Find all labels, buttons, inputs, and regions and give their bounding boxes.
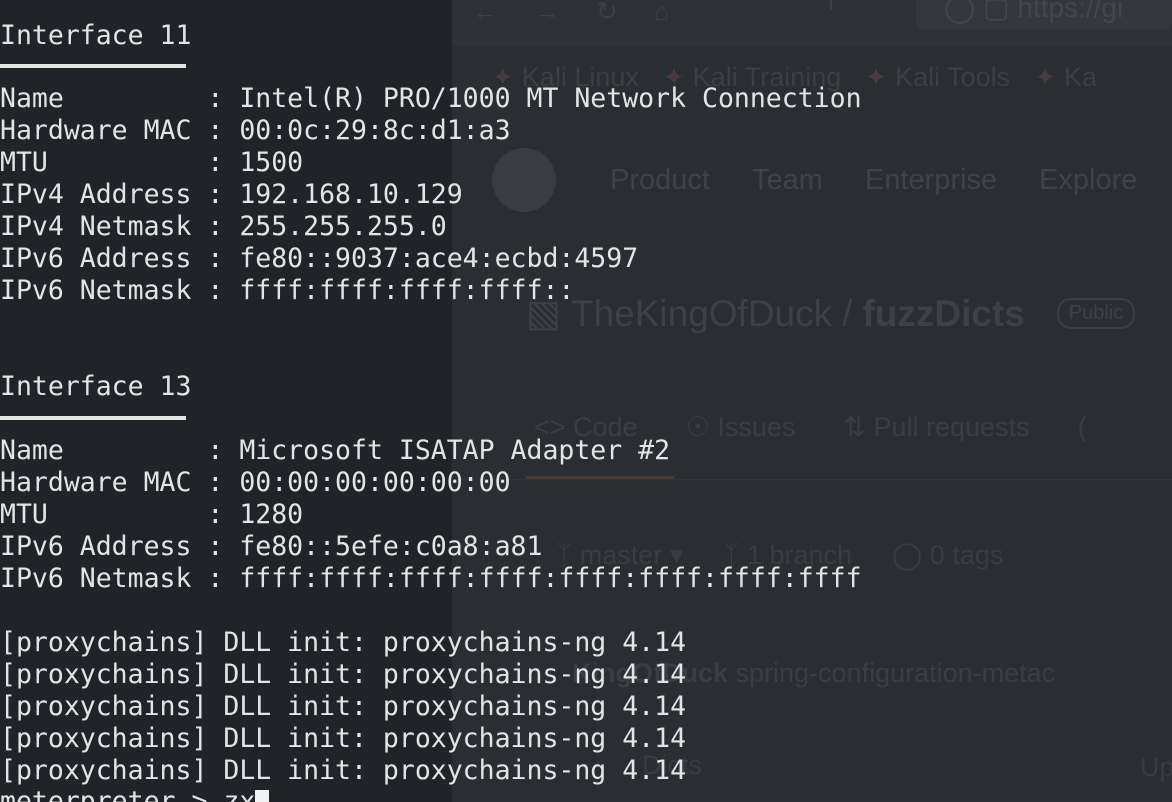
proxychains-line: [proxychains] DLL init: proxychains-ng 4… [0, 755, 687, 786]
iface13-ipv6-netmask-row: IPv6 Netmask : ffff:ffff:ffff:ffff:ffff:… [0, 563, 862, 594]
iface11-ipv6-address-row: IPv6 Address : fe80::9037:ace4:ecbd:4597 [0, 243, 639, 274]
iface13-mtu-row: MTU : 1280 [0, 499, 304, 530]
interface-13-title: Interface 13 [0, 371, 192, 402]
terminal-output[interactable]: Interface 11 Name : Intel(R) PRO/1000 MT… [0, 0, 1172, 802]
iface11-ipv4-netmask-row: IPv4 Netmask : 255.255.255.0 [0, 211, 447, 242]
iface11-mac-row: Hardware MAC : 00:0c:29:8c:d1:a3 [0, 115, 511, 146]
proxychains-line: [proxychains] DLL init: proxychains-ng 4… [0, 627, 687, 658]
iface11-ipv6-netmask-row: IPv6 Netmask : ffff:ffff:ffff:ffff:: [0, 275, 575, 306]
interface-11-underline [0, 64, 186, 68]
proxychains-line: [proxychains] DLL init: proxychains-ng 4… [0, 691, 687, 722]
iface11-ipv4-address-row: IPv4 Address : 192.168.10.129 [0, 179, 463, 210]
screen: ← → ↻ ⌂ ◯ ▢ https://gi ✦ Kali Linux ✦ Ka… [0, 0, 1172, 802]
interface-11-title: Interface 11 [0, 20, 192, 51]
text-cursor [255, 790, 270, 802]
iface11-name-row: Name : Intel(R) PRO/1000 MT Network Conn… [0, 83, 862, 114]
prompt-text: meterpreter > zx [0, 786, 256, 802]
iface13-ipv6-address-row: IPv6 Address : fe80::5efe:c0a8:a81 [0, 531, 543, 562]
meterpreter-prompt-line[interactable]: meterpreter > zx [0, 786, 270, 802]
iface11-mtu-row: MTU : 1500 [0, 147, 304, 178]
proxychains-line: [proxychains] DLL init: proxychains-ng 4… [0, 659, 687, 690]
proxychains-line: [proxychains] DLL init: proxychains-ng 4… [0, 723, 687, 754]
iface13-mac-row: Hardware MAC : 00:00:00:00:00:00 [0, 467, 511, 498]
iface13-name-row: Name : Microsoft ISATAP Adapter #2 [0, 435, 671, 466]
interface-13-underline [0, 416, 186, 420]
